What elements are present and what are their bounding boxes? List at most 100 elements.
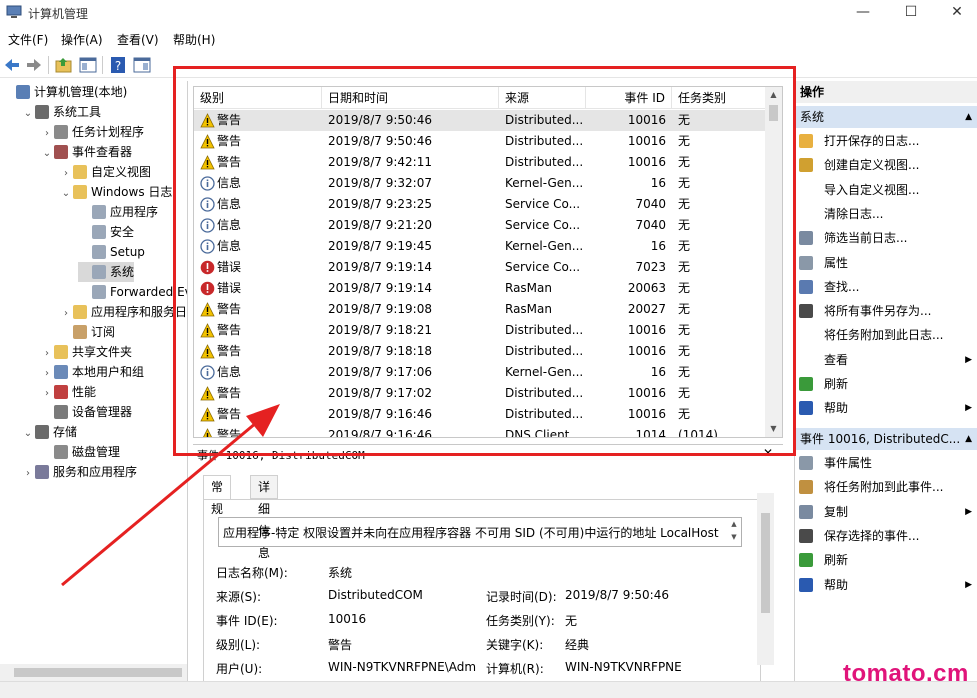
table-row[interactable]: 警告 2019/8/7 9:42:11 Distributed... 10016 无 bbox=[194, 152, 766, 173]
action-item[interactable]: 清除日志... bbox=[795, 202, 977, 226]
tree-item[interactable]: › 性能 bbox=[40, 382, 96, 402]
tree-item[interactable]: 设备管理器 bbox=[40, 402, 132, 422]
column-source[interactable]: 来源 bbox=[499, 87, 586, 109]
minimize-button[interactable]: — bbox=[840, 0, 886, 26]
scroll-down-icon[interactable]: ▼ bbox=[765, 421, 782, 437]
maximize-button[interactable]: ☐ bbox=[888, 0, 934, 26]
tree-item[interactable]: 系统 bbox=[78, 262, 135, 282]
expand-arrow-icon[interactable]: › bbox=[40, 384, 54, 404]
table-row[interactable]: 信息 2019/8/7 9:19:45 Kernel-Gen... 16 无 bbox=[194, 236, 766, 257]
action-item[interactable]: 将任务附加到此日志... bbox=[795, 323, 977, 347]
tree-item[interactable]: Forwarded Eve bbox=[78, 282, 187, 302]
detail-scrollbar[interactable] bbox=[757, 493, 774, 665]
column-task-category[interactable]: 任务类别 bbox=[672, 87, 766, 109]
tree-item[interactable]: ⌄ 存储 bbox=[21, 422, 77, 442]
event-description[interactable]: 应用程序-特定 权限设置并未向在应用程序容器 不可用 SID (不可用)中运行的… bbox=[218, 517, 742, 547]
menu-file[interactable]: 文件(F) bbox=[8, 31, 48, 48]
tree-item[interactable]: › 服务和应用程序 bbox=[21, 462, 137, 482]
table-row[interactable]: 信息 2019/8/7 9:17:06 Kernel-Gen... 16 无 bbox=[194, 362, 766, 383]
table-row[interactable]: 警告 2019/8/7 9:16:46 Distributed... 10016 无 bbox=[194, 404, 766, 425]
tree-item[interactable]: Setup bbox=[78, 242, 145, 262]
expand-arrow-icon[interactable]: › bbox=[59, 304, 73, 324]
action-item[interactable]: 查看 ▶ bbox=[795, 348, 977, 372]
action-item[interactable]: 帮助 ▶ bbox=[795, 396, 977, 420]
show-hide-action-pane-icon[interactable] bbox=[132, 55, 152, 75]
scrollbar-thumb[interactable] bbox=[14, 668, 182, 677]
menu-action[interactable]: 操作(A) bbox=[61, 31, 103, 48]
action-item[interactable]: 将任务附加到此事件... bbox=[795, 475, 977, 499]
expand-arrow-icon[interactable]: › bbox=[40, 364, 54, 384]
expand-arrow-icon[interactable]: › bbox=[21, 464, 35, 484]
menu-help[interactable]: 帮助(H) bbox=[173, 31, 215, 48]
action-item[interactable]: 创建自定义视图... bbox=[795, 153, 977, 177]
action-item[interactable]: 刷新 bbox=[795, 548, 977, 572]
table-row[interactable]: 警告 2019/8/7 9:18:18 Distributed... 10016 无 bbox=[194, 341, 766, 362]
collapse-arrow-icon[interactable]: ⌄ bbox=[21, 104, 35, 124]
tree-item[interactable]: ⌄ 系统工具 bbox=[21, 102, 101, 122]
expand-arrow-icon[interactable]: › bbox=[59, 164, 73, 184]
table-row[interactable]: 警告 2019/8/7 9:50:46 Distributed... 10016 无 bbox=[194, 131, 766, 152]
column-event-id[interactable]: 事件 ID bbox=[586, 87, 672, 109]
action-item[interactable]: 将所有事件另存为... bbox=[795, 299, 977, 323]
menu-view[interactable]: 查看(V) bbox=[117, 31, 159, 48]
collapse-arrow-icon[interactable]: ⌄ bbox=[21, 424, 35, 444]
tree-item[interactable]: › 本地用户和组 bbox=[40, 362, 144, 382]
action-item[interactable]: 保存选择的事件... bbox=[795, 524, 977, 548]
action-item[interactable]: 复制 ▶ bbox=[795, 500, 977, 524]
expand-arrow-icon[interactable]: › bbox=[40, 124, 54, 144]
action-item[interactable]: 查找... bbox=[795, 275, 977, 299]
expand-arrow-icon[interactable]: › bbox=[40, 344, 54, 364]
collapse-icon[interactable]: ▲ bbox=[965, 428, 972, 450]
collapse-arrow-icon[interactable]: ⌄ bbox=[59, 184, 73, 204]
table-row[interactable]: 错误 2019/8/7 9:19:14 Service Co... 7023 无 bbox=[194, 257, 766, 278]
collapse-arrow-icon[interactable]: ⌄ bbox=[40, 144, 54, 164]
table-row[interactable]: 警告 2019/8/7 9:16:46 DNS Client ... 1014 (101… bbox=[194, 425, 766, 437]
table-row[interactable]: 警告 2019/8/7 9:18:21 Distributed... 10016 无 bbox=[194, 320, 766, 341]
tree-item[interactable]: 磁盘管理 bbox=[40, 442, 120, 462]
column-level[interactable]: 级别 bbox=[194, 87, 322, 109]
tab-general[interactable]: 常规 bbox=[203, 475, 232, 516]
column-date[interactable]: 日期和时间 bbox=[322, 87, 499, 109]
table-row[interactable]: 信息 2019/8/7 9:21:20 Service Co... 7040 无 bbox=[194, 215, 766, 236]
back-icon[interactable] bbox=[2, 55, 22, 75]
table-row[interactable]: 警告 2019/8/7 9:50:46 Distributed... 10016 无 bbox=[194, 110, 766, 131]
scroll-up-icon[interactable]: ▲ bbox=[765, 87, 782, 103]
actions-section-event[interactable]: 事件 10016, DistributedC... ▲ bbox=[795, 428, 977, 450]
tree-item[interactable]: ⌄ 事件查看器 bbox=[40, 142, 132, 162]
action-item[interactable]: 筛选当前日志... bbox=[795, 226, 977, 250]
table-row[interactable]: 信息 2019/8/7 9:32:07 Kernel-Gen... 16 无 bbox=[194, 173, 766, 194]
tree-item[interactable]: 安全 bbox=[78, 222, 134, 242]
tree-item[interactable]: ⌄ Windows 日志 bbox=[59, 182, 172, 202]
tree-horizontal-scrollbar[interactable] bbox=[0, 664, 187, 681]
show-hide-tree-icon[interactable] bbox=[78, 55, 98, 75]
table-row[interactable]: 警告 2019/8/7 9:19:08 RasMan 20027 无 bbox=[194, 299, 766, 320]
tree-item[interactable]: › 共享文件夹 bbox=[40, 342, 132, 362]
tree-item[interactable]: › 应用程序和服务日志 bbox=[59, 302, 187, 324]
tree-item[interactable]: › 任务计划程序 bbox=[40, 122, 144, 142]
action-item[interactable]: 刷新 bbox=[795, 372, 977, 396]
description-scrollbar[interactable]: ▲ ▼ bbox=[727, 518, 741, 546]
forward-icon[interactable] bbox=[24, 55, 44, 75]
tree-item[interactable]: 订阅 bbox=[59, 322, 115, 342]
collapse-icon[interactable]: ▲ bbox=[965, 106, 972, 128]
detail-scrollbar-thumb[interactable] bbox=[761, 513, 770, 613]
table-row[interactable]: 信息 2019/8/7 9:23:25 Service Co... 7040 无 bbox=[194, 194, 766, 215]
up-folder-icon[interactable] bbox=[54, 55, 74, 75]
scrollbar-thumb[interactable] bbox=[769, 105, 778, 121]
tree-item[interactable]: 计算机管理(本地) bbox=[2, 82, 127, 102]
close-button[interactable]: ✕ bbox=[934, 0, 977, 26]
tab-details[interactable]: 详细信息 bbox=[250, 475, 279, 560]
action-item[interactable]: 帮助 ▶ bbox=[795, 573, 977, 597]
table-row[interactable]: 错误 2019/8/7 9:19:14 RasMan 20063 无 bbox=[194, 278, 766, 299]
event-list-scrollbar[interactable]: ▲ ▼ bbox=[765, 87, 782, 437]
tree-item[interactable]: 应用程序 bbox=[78, 202, 158, 222]
action-item[interactable]: 属性 bbox=[795, 251, 977, 275]
table-row[interactable]: 警告 2019/8/7 9:17:02 Distributed... 10016 无 bbox=[194, 383, 766, 404]
help-icon[interactable]: ? bbox=[108, 55, 128, 75]
close-icon[interactable]: ✕ bbox=[763, 446, 773, 460]
action-item[interactable]: 导入自定义视图... bbox=[795, 178, 977, 202]
action-item[interactable]: 事件属性 bbox=[795, 451, 977, 475]
tree-item[interactable]: › 自定义视图 bbox=[59, 162, 151, 182]
action-item[interactable]: 打开保存的日志... bbox=[795, 129, 977, 153]
actions-section-system[interactable]: 系统 ▲ bbox=[795, 106, 977, 128]
